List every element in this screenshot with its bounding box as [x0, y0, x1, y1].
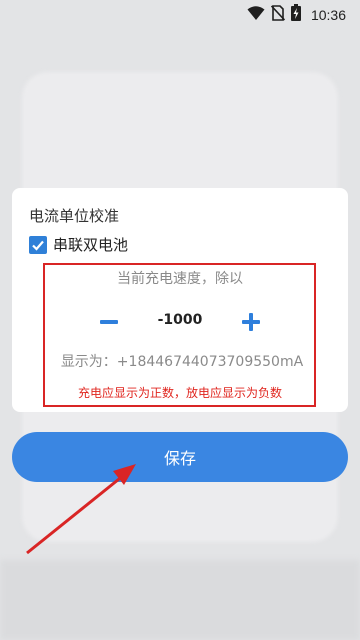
status-time: 10:36: [310, 6, 346, 23]
save-button[interactable]: 保存: [12, 432, 348, 482]
annotation-highlight-box: [43, 263, 316, 407]
no-sim-icon: [270, 4, 286, 25]
status-bar: 10:36: [0, 0, 360, 26]
series-battery-checkbox-row[interactable]: 串联双电池: [29, 234, 128, 255]
check-icon: [32, 240, 44, 251]
blurred-background-bottom: [0, 560, 360, 640]
battery-charging-icon: [290, 4, 301, 25]
wifi-icon: [247, 5, 265, 25]
dialog-title: 电流单位校准: [29, 207, 120, 225]
series-battery-label: 串联双电池: [53, 236, 129, 254]
status-icons: 10:36: [247, 4, 346, 25]
series-battery-checkbox[interactable]: [29, 235, 47, 254]
